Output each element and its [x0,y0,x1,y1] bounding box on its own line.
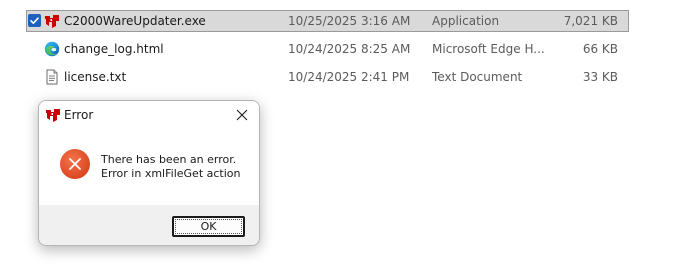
close-button[interactable] [229,103,255,127]
close-icon [236,109,248,121]
file-type: Microsoft Edge H... [432,42,545,56]
ti-logo-icon [45,107,61,123]
error-message-line1: There has been an error. [101,153,237,166]
dialog-content: There has been an error. Error in xmlFil… [39,129,259,205]
file-type: Text Document [432,70,523,84]
focus-ring [175,219,242,234]
file-date-modified: 10/24/2025 2:41 PM [288,70,410,84]
file-name[interactable]: change_log.html [64,38,164,60]
file-row-c2000wareupdater[interactable]: C2000WareUpdater.exe 10/25/2025 3:16 AM … [0,10,689,34]
ti-logo-icon [44,13,60,29]
file-date-modified: 10/24/2025 8:25 AM [288,42,411,56]
text-document-icon [44,69,60,85]
file-name[interactable]: C2000WareUpdater.exe [64,10,206,32]
ok-button[interactable]: OK [172,216,245,237]
file-name[interactable]: license.txt [64,66,126,88]
edge-icon [44,41,60,57]
file-row-change-log[interactable]: change_log.html 10/24/2025 8:25 AM Micro… [0,38,689,62]
dialog-titlebar[interactable]: Error [39,101,259,129]
file-row-license[interactable]: license.txt 10/24/2025 2:41 PM Text Docu… [0,66,689,90]
file-date-modified: 10/25/2025 3:16 AM [288,14,411,28]
error-message-line2: Error in xmlFileGet action [101,167,241,180]
file-list: C2000WareUpdater.exe 10/25/2025 3:16 AM … [0,0,689,100]
checkmark-icon [30,17,39,24]
dialog-footer: OK [39,205,259,245]
error-message: There has been an error. Error in xmlFil… [101,153,240,181]
error-dialog: Error There has been an error. Error in … [38,100,260,246]
error-icon [59,148,91,180]
file-size: 66 KB [582,42,618,56]
dialog-title: Error [64,108,94,122]
file-size: 7,021 KB [563,14,618,28]
file-type: Application [432,14,500,28]
row-checkbox[interactable] [28,14,41,27]
file-size: 33 KB [582,70,618,84]
